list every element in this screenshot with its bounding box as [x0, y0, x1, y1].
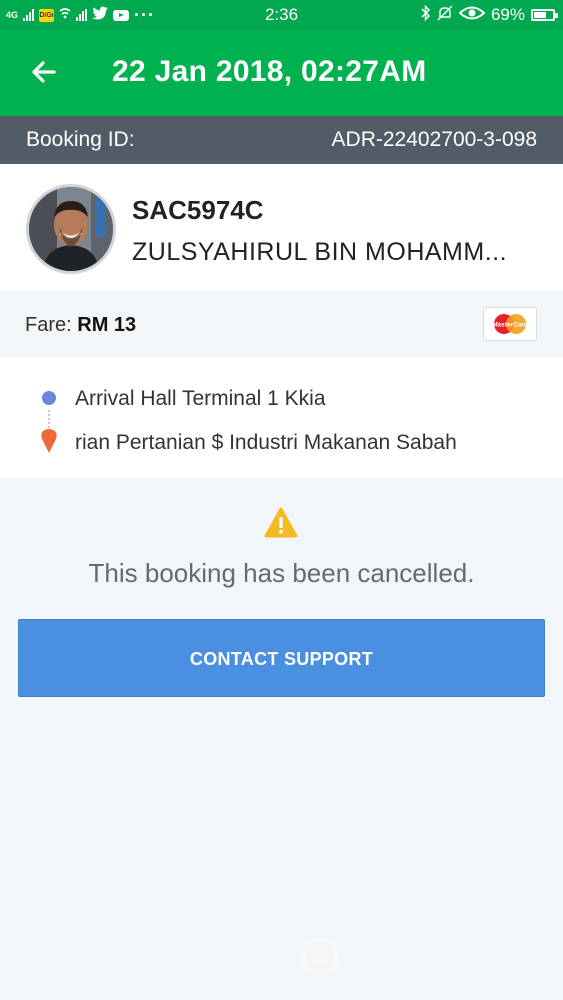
watermark-logo: [300, 935, 530, 980]
arrow-left-icon[interactable]: [26, 54, 62, 90]
driver-avatar: [26, 184, 116, 274]
driver-name: ZULSYAHIRUL BIN MOHAMM...: [132, 238, 508, 266]
fare-row: Fare: RM 13 MasterCard: [0, 290, 563, 358]
eye-icon: [458, 5, 486, 26]
mastercard-icon: MasterCard: [483, 307, 537, 341]
vehicle-plate: SAC5974C: [132, 195, 264, 225]
contact-support-button[interactable]: CONTACT SUPPORT: [18, 619, 545, 697]
route-card: Arrival Hall Terminal 1 Kkia rian Pertan…: [0, 358, 563, 478]
bluetooth-icon: [421, 4, 431, 26]
location-pin-icon: [40, 428, 58, 454]
battery-percent: 69%: [490, 5, 525, 24]
battery-icon: [531, 9, 558, 21]
mastercard-text: MasterCard: [492, 322, 529, 329]
route-connector: [48, 410, 50, 428]
pickup-dot-icon: [42, 391, 56, 405]
booking-id-label: Booking ID:: [26, 128, 135, 151]
page-title: 22 Jan 2018, 02:27AM: [112, 55, 427, 88]
fare-text: Fare: RM 13: [25, 314, 136, 337]
mute-icon: [437, 5, 453, 26]
fare-value: RM 13: [77, 314, 137, 336]
warning-icon: [264, 507, 298, 539]
status-bar: 4G DiGi ··· 2:36 69%: [0, 0, 563, 30]
cancelled-message: This booking has been cancelled.: [88, 558, 475, 588]
booking-id-value: ADR-22402700-3-098: [331, 128, 537, 151]
app-bar: 22 Jan 2018, 02:27AM: [0, 30, 563, 116]
fare-label: Fare:: [25, 314, 72, 336]
dropoff-address: rian Pertanian $ Industri Makanan Sabah: [75, 431, 457, 454]
booking-id-bar: Booking ID: ADR-22402700-3-098: [0, 116, 563, 164]
pickup-address: Arrival Hall Terminal 1 Kkia: [75, 387, 326, 410]
status-right: 69%: [421, 4, 558, 26]
driver-card: SAC5974C ZULSYAHIRUL BIN MOHAMM...: [0, 164, 563, 290]
